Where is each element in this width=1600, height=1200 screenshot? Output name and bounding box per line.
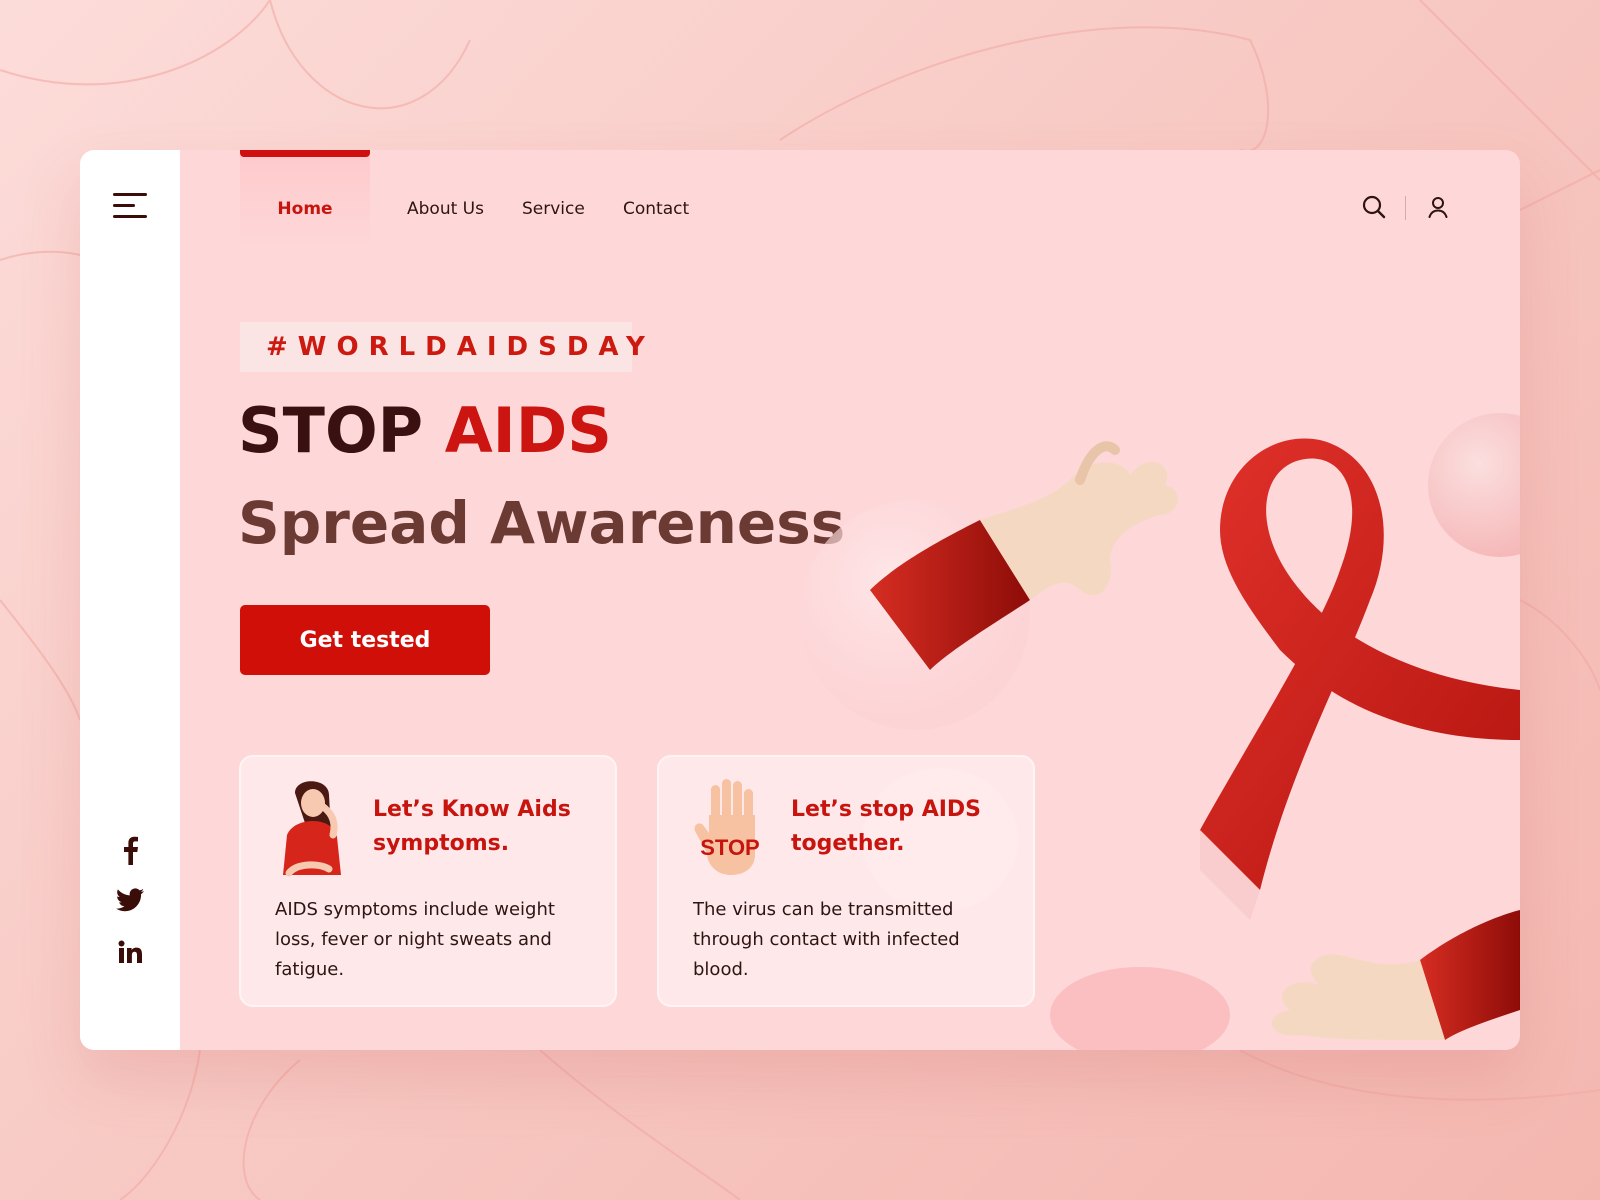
card-title: Let’s Know Aids symptoms. — [373, 797, 571, 856]
main-card: Home About Us Service Contact #WORLDAIDS… — [80, 150, 1520, 1050]
nav-divider — [1405, 196, 1406, 220]
nav-item-home[interactable]: Home — [240, 150, 370, 270]
facebook-icon[interactable] — [112, 832, 148, 868]
card-text: AIDS symptoms include weight loss, fever… — [275, 899, 555, 980]
stop-sign-text: STOP — [700, 835, 760, 860]
woman-headache-icon — [283, 781, 341, 877]
blur-shape — [1050, 967, 1230, 1050]
headline: STOP AIDS — [238, 393, 612, 469]
nav-item-label: Home — [277, 199, 333, 219]
symptoms-card[interactable]: Let’s Know Aids symptoms. AIDS symptoms … — [239, 755, 617, 1007]
active-indicator — [240, 150, 370, 157]
card-text: The virus can be transmitted through con… — [693, 899, 960, 980]
nav-item-about-us[interactable]: About Us — [407, 194, 484, 224]
hashtag-badge: #WORLDAIDSDAY — [240, 322, 645, 372]
hashtag-text: #WORLDAIDSDAY — [266, 332, 655, 362]
twitter-icon[interactable] — [112, 882, 148, 918]
lower-hand-shape — [1271, 910, 1520, 1040]
linkedin-icon[interactable] — [112, 934, 148, 970]
hamburger-menu-icon[interactable] — [113, 193, 149, 221]
get-tested-button[interactable]: Get tested — [240, 605, 490, 675]
headline-aids: AIDS — [444, 394, 612, 467]
search-icon[interactable] — [1357, 190, 1391, 224]
nav-item-contact[interactable]: Contact — [623, 194, 689, 224]
user-icon[interactable] — [1421, 190, 1455, 224]
card-title: Let’s stop AIDS together. — [791, 797, 982, 856]
headline-stop: STOP — [238, 394, 424, 467]
stop-hand-icon: STOP — [694, 779, 760, 875]
bubble-shape — [1428, 413, 1520, 557]
nav-item-service[interactable]: Service — [522, 194, 585, 224]
top-navigation: Home About Us Service Contact — [240, 150, 1340, 270]
sidebar — [80, 150, 180, 1050]
subheadline: Spread Awareness — [238, 489, 846, 557]
stop-aids-card[interactable]: STOP Let’s stop AIDS together. The virus… — [657, 755, 1035, 1007]
